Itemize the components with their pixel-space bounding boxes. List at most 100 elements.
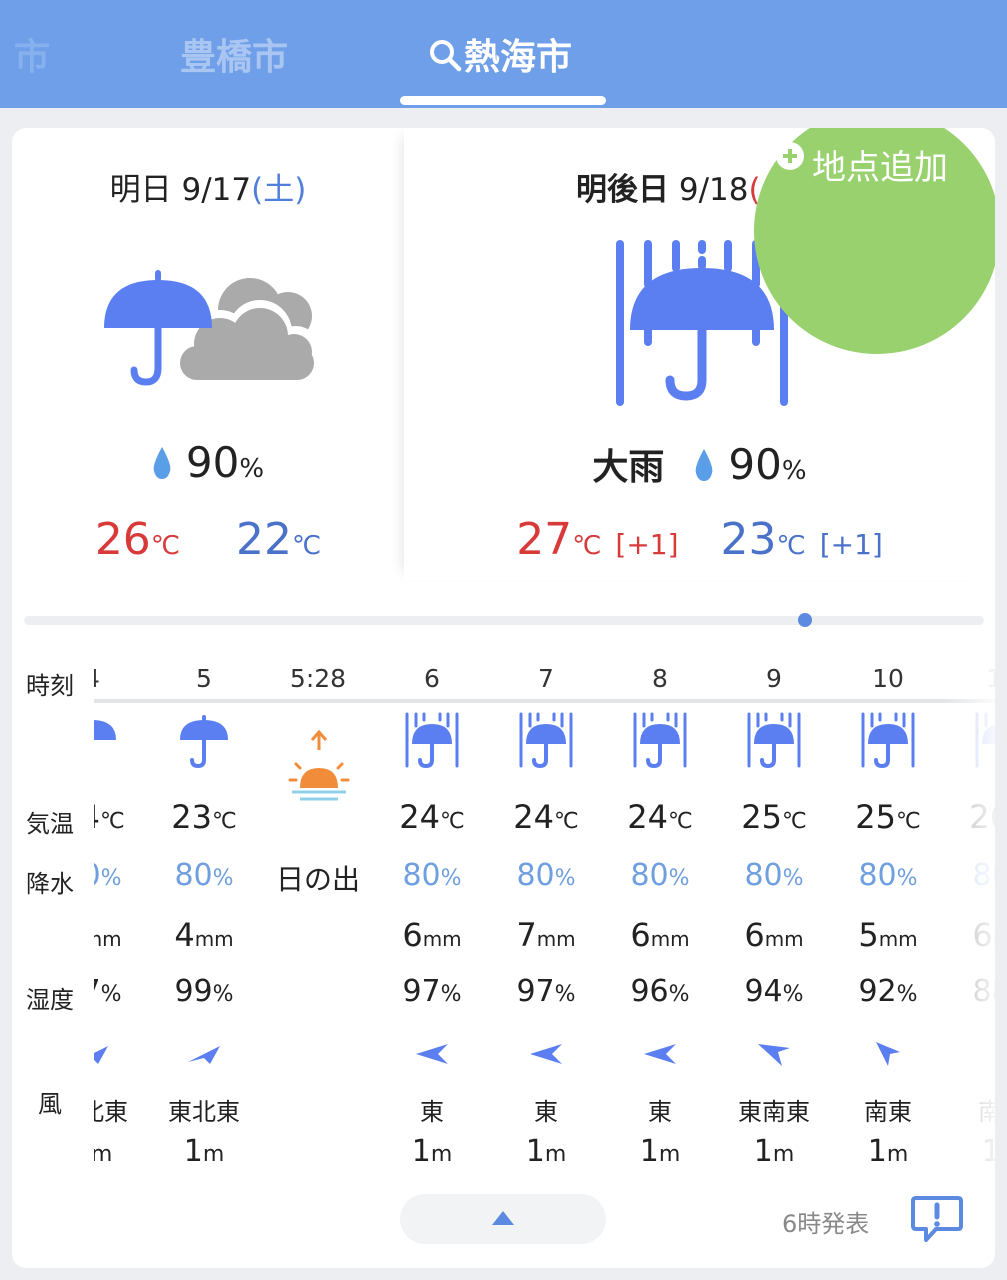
pop-unit: %	[896, 866, 918, 891]
scroll-thumb[interactable]	[798, 613, 812, 627]
precip-probability: 90%	[12, 438, 404, 487]
sunrise-column: 5:28 日の出	[262, 652, 374, 1172]
speed-unit: m	[886, 1142, 909, 1167]
day-date: 9/18	[678, 172, 749, 208]
temp-unit: ℃	[100, 809, 125, 834]
wind-direction: 東北東	[168, 1098, 240, 1126]
wind-speed: 1m	[94, 1134, 148, 1169]
hourly-forecast-scroller[interactable]: 4 24℃ 80% 4mm 97% 東北東 1m 5 23℃ 80% 4mm 9…	[94, 652, 995, 1172]
hour-temp: 24℃	[376, 798, 488, 836]
heavy-rain-icon	[861, 712, 915, 769]
hour-pop: 80%	[604, 858, 716, 893]
tab-atami[interactable]: 熱海市	[428, 28, 572, 80]
humidity-unit: %	[782, 982, 804, 1007]
wind-arrow-icon	[530, 1044, 562, 1064]
speed-unit: m	[544, 1142, 567, 1167]
search-icon	[430, 40, 462, 72]
pop-value: 80	[744, 858, 783, 893]
hour-column: 4 24℃ 80% 4mm 97% 東北東 1m	[94, 652, 148, 1172]
wind-speed: 1m	[490, 1134, 602, 1169]
hour-precip: 6mm	[376, 916, 488, 954]
temp-unit: ℃	[572, 531, 602, 561]
temp-value: 25	[855, 798, 896, 836]
hour-temp: 24℃	[604, 798, 716, 836]
humidity-unit: %	[440, 982, 462, 1007]
precip-unit: mm	[650, 927, 690, 951]
low-temp: 22℃	[236, 514, 321, 565]
speed-unit: m	[658, 1142, 681, 1167]
wind-speed: 1m	[718, 1134, 830, 1169]
wind-direction: 東	[648, 1098, 672, 1126]
precip-unit: mm	[94, 927, 122, 951]
wind-speed: 1m	[148, 1134, 260, 1169]
day-panel-tomorrow[interactable]: 明日 9/17(土) 90% 26℃ 22℃	[12, 128, 404, 580]
wind-speed: 1m	[832, 1134, 944, 1169]
humidity-value: 97	[516, 974, 555, 1009]
day-date: 9/17	[181, 172, 252, 208]
hour-precip: 4mm	[94, 916, 148, 954]
hour-column: 10 25℃ 80% 5mm 92% 南東 1m	[832, 652, 944, 1172]
humidity-value: 97	[402, 974, 441, 1009]
temp-unit: ℃	[440, 809, 465, 834]
pop-value: 90	[185, 438, 240, 487]
tab-previous-city[interactable]: 市	[14, 28, 50, 80]
issued-time: 6時発表	[782, 1210, 870, 1238]
hour-column: 6 24℃ 80% 6mm 97% 東 1m	[376, 652, 488, 1172]
temp-unit: ℃	[291, 531, 322, 561]
precip-unit: mm	[194, 927, 234, 951]
hour-precip: 4mm	[148, 916, 260, 954]
hour-pop: 80%	[490, 858, 602, 893]
high-value: 27	[516, 514, 573, 565]
triangle-up-icon	[492, 1211, 514, 1225]
temp-unit: ℃	[668, 809, 693, 834]
hour-column: 9 25℃ 80% 6mm 94% 東南東 1m	[718, 652, 830, 1172]
speed-value: 1	[753, 1134, 773, 1169]
wind-direction: 東	[420, 1098, 444, 1126]
row-label-wind: 風	[38, 1090, 62, 1118]
speed-value: 1	[183, 1134, 203, 1169]
pop-unit: %	[440, 866, 462, 891]
hour-precip: 5mm	[832, 916, 944, 954]
speed-unit: m	[772, 1142, 795, 1167]
humidity-value: 92	[858, 974, 897, 1009]
hour-time: 8	[652, 664, 668, 693]
pop-unit: %	[782, 866, 804, 891]
pop-unit: %	[239, 454, 265, 484]
add-location-label[interactable]: 地点追加	[812, 140, 948, 189]
humidity-unit: %	[668, 982, 690, 1007]
temp-unit: ℃	[896, 809, 921, 834]
scroll-track[interactable]	[24, 616, 984, 625]
hour-pop: 80%	[376, 858, 488, 893]
wind-direction: 東南東	[738, 1098, 810, 1126]
heavy-rain-icon	[405, 712, 459, 769]
hour-humidity: 94%	[718, 974, 830, 1009]
feedback-icon[interactable]	[910, 1194, 964, 1246]
hour-humidity: 97%	[376, 974, 488, 1009]
hour-pop: 80%	[94, 858, 148, 893]
low-diff: [+1]	[819, 528, 883, 561]
collapse-button[interactable]	[400, 1194, 606, 1244]
temp-unit: ℃	[776, 531, 806, 561]
temp-value: 23	[171, 798, 212, 836]
low-value: 23	[720, 514, 777, 565]
hour-temp: 24℃	[490, 798, 602, 836]
tab-label: 熱海市	[464, 37, 573, 78]
pop-value: 90	[728, 440, 782, 489]
tab-toyohashi[interactable]: 豊橋市	[180, 28, 288, 80]
sunrise-time: 5:28	[289, 664, 347, 693]
precip-unit: mm	[878, 927, 918, 951]
precip-value: 6	[402, 916, 423, 954]
temp-unit: ℃	[212, 809, 237, 834]
wind-arrow-icon	[94, 1046, 108, 1064]
temperature-range: 27℃ [+1] 23℃ [+1]	[404, 514, 995, 565]
day-label: 明後日	[576, 172, 669, 208]
tab-label: 豊橋市	[180, 37, 289, 78]
wind-direction: 東北東	[94, 1098, 128, 1126]
temp-unit: ℃	[150, 531, 181, 561]
pop-unit: %	[100, 866, 122, 891]
low-temp: 23℃ [+1]	[720, 514, 882, 565]
raindrop-icon	[696, 449, 713, 481]
day-label: 明日	[109, 172, 172, 208]
active-tab-indicator	[400, 96, 606, 105]
precip-value: 7	[516, 916, 537, 954]
